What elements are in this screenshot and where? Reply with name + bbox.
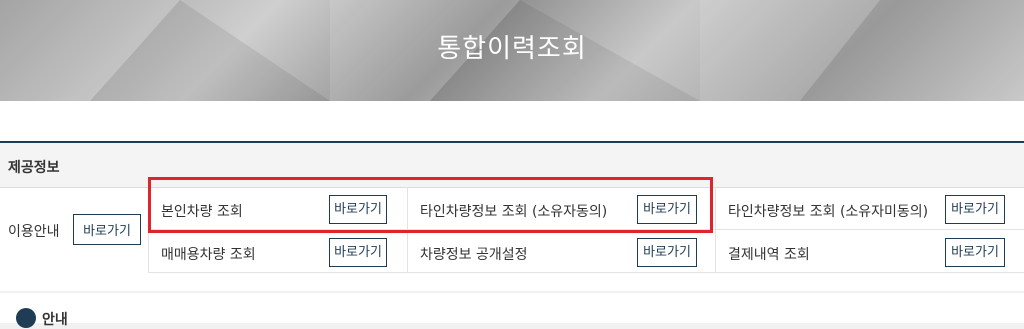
other-vehicle-consent-cell: 타인차량정보 조회 (소유자동의) 바로가기 (408, 187, 715, 230)
other-vehicle-no-consent-button[interactable]: 바로가기 (945, 195, 1005, 224)
payment-history-label: 결제내역 조회 (728, 247, 810, 263)
notice-label: 안내 (42, 312, 68, 328)
page-title: 통합이력조회 (437, 34, 587, 64)
notice-card: 안내 (0, 293, 1024, 328)
other-vehicle-consent-button[interactable]: 바로가기 (637, 195, 697, 224)
info-icon (16, 308, 36, 328)
section-title: 제공정보 (8, 160, 60, 176)
payment-history-cell: 결제내역 조회 바로가기 (716, 230, 1024, 273)
usage-guide-cell: 이용안내 바로가기 (0, 187, 148, 273)
section-header: 제공정보 (0, 143, 1024, 188)
other-vehicle-no-consent-cell: 타인차량정보 조회 (소유자미동의) 바로가기 (716, 187, 1024, 230)
public-setting-button[interactable]: 바로가기 (637, 238, 697, 267)
payment-history-button[interactable]: 바로가기 (945, 238, 1005, 267)
public-setting-cell: 차량정보 공개설정 바로가기 (408, 230, 715, 273)
header-banner: 통합이력조회 (0, 0, 1024, 101)
other-vehicle-no-consent-label: 타인차량정보 조회 (소유자미동의) (728, 204, 929, 220)
sale-vehicle-cell: 매매용차량 조회 바로가기 (149, 230, 407, 273)
usage-guide-button[interactable]: 바로가기 (73, 214, 141, 245)
usage-guide-label: 이용안내 (8, 224, 60, 240)
own-vehicle-button[interactable]: 바로가기 (329, 195, 387, 224)
sale-vehicle-button[interactable]: 바로가기 (329, 238, 387, 267)
own-vehicle-cell: 본인차량 조회 바로가기 (149, 187, 407, 230)
own-vehicle-label: 본인차량 조회 (161, 204, 243, 220)
public-setting-label: 차량정보 공개설정 (420, 247, 528, 263)
other-vehicle-consent-label: 타인차량정보 조회 (소유자동의) (420, 204, 608, 220)
sale-vehicle-label: 매매용차량 조회 (161, 247, 256, 263)
